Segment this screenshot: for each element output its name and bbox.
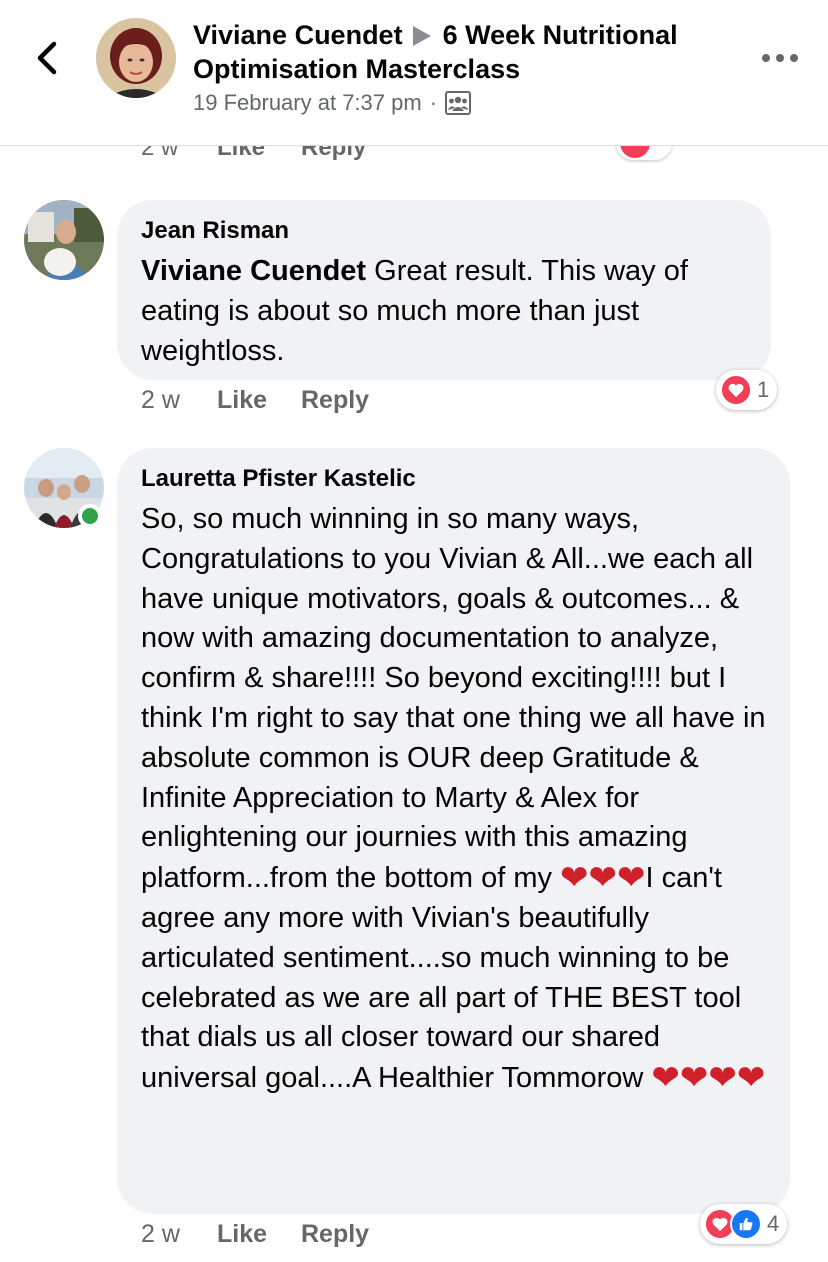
- heart-emoji: ❤❤❤❤: [651, 1059, 766, 1098]
- comment-footer: 2 w Like Reply: [141, 386, 369, 415]
- reaction-count: 4: [767, 1211, 780, 1236]
- comment-author[interactable]: Jean Risman: [141, 216, 747, 246]
- mention-link[interactable]: Viviane Cuendet: [141, 255, 366, 287]
- comment-time[interactable]: 2 w: [141, 1220, 217, 1249]
- comment-reactions[interactable]: 1: [716, 370, 778, 410]
- reply-button[interactable]: Reply: [301, 1220, 369, 1249]
- more-icon: [762, 54, 770, 62]
- post-title[interactable]: Viviane Cuendet 6 Week Nutritional Optimi…: [193, 18, 753, 86]
- comment-time[interactable]: 2 w: [141, 386, 217, 415]
- comment-text: Viviane Cuendet Great result. This way o…: [141, 252, 747, 371]
- back-chevron-icon: [37, 41, 57, 75]
- like-reaction-icon: [730, 1208, 762, 1240]
- commenter-avatar[interactable]: [24, 200, 104, 280]
- like-button[interactable]: Like: [217, 386, 301, 415]
- meta-separator: ·: [429, 90, 438, 115]
- reply-button[interactable]: Reply: [301, 386, 369, 415]
- like-button[interactable]: Like: [217, 1220, 301, 1249]
- triangle-right-icon: [412, 26, 431, 46]
- comment-text: So, so much winning in so many ways, Con…: [141, 500, 771, 1099]
- post-author-name[interactable]: Viviane Cuendet: [193, 20, 403, 50]
- heart-emoji: ❤❤❤: [560, 859, 646, 898]
- post-timestamp[interactable]: 19 February at 7:37 pm: [193, 90, 422, 116]
- comment-reactions[interactable]: 4: [700, 1204, 788, 1244]
- comment-footer: 2 w Like Reply: [141, 1220, 369, 1249]
- post-meta: 19 February at 7:37 pm ·: [193, 90, 472, 116]
- online-status-indicator: [78, 504, 102, 528]
- back-button[interactable]: [30, 38, 64, 78]
- comment-author[interactable]: Lauretta Pfister Kastelic: [141, 464, 766, 494]
- reaction-count: 1: [757, 377, 770, 402]
- comment-body-part1: So, so much winning in so many ways, Con…: [141, 503, 766, 895]
- heart-reaction-icon: [720, 374, 752, 406]
- comment-bubble[interactable]: Jean Risman Viviane Cuendet Great result…: [117, 200, 771, 380]
- author-avatar[interactable]: [96, 18, 176, 98]
- more-options-button[interactable]: [762, 50, 798, 66]
- post-header: Viviane Cuendet 6 Week Nutritional Optimi…: [0, 0, 828, 146]
- comment-bubble[interactable]: Lauretta Pfister Kastelic So, so much wi…: [117, 448, 790, 1214]
- group-icon: [445, 91, 472, 115]
